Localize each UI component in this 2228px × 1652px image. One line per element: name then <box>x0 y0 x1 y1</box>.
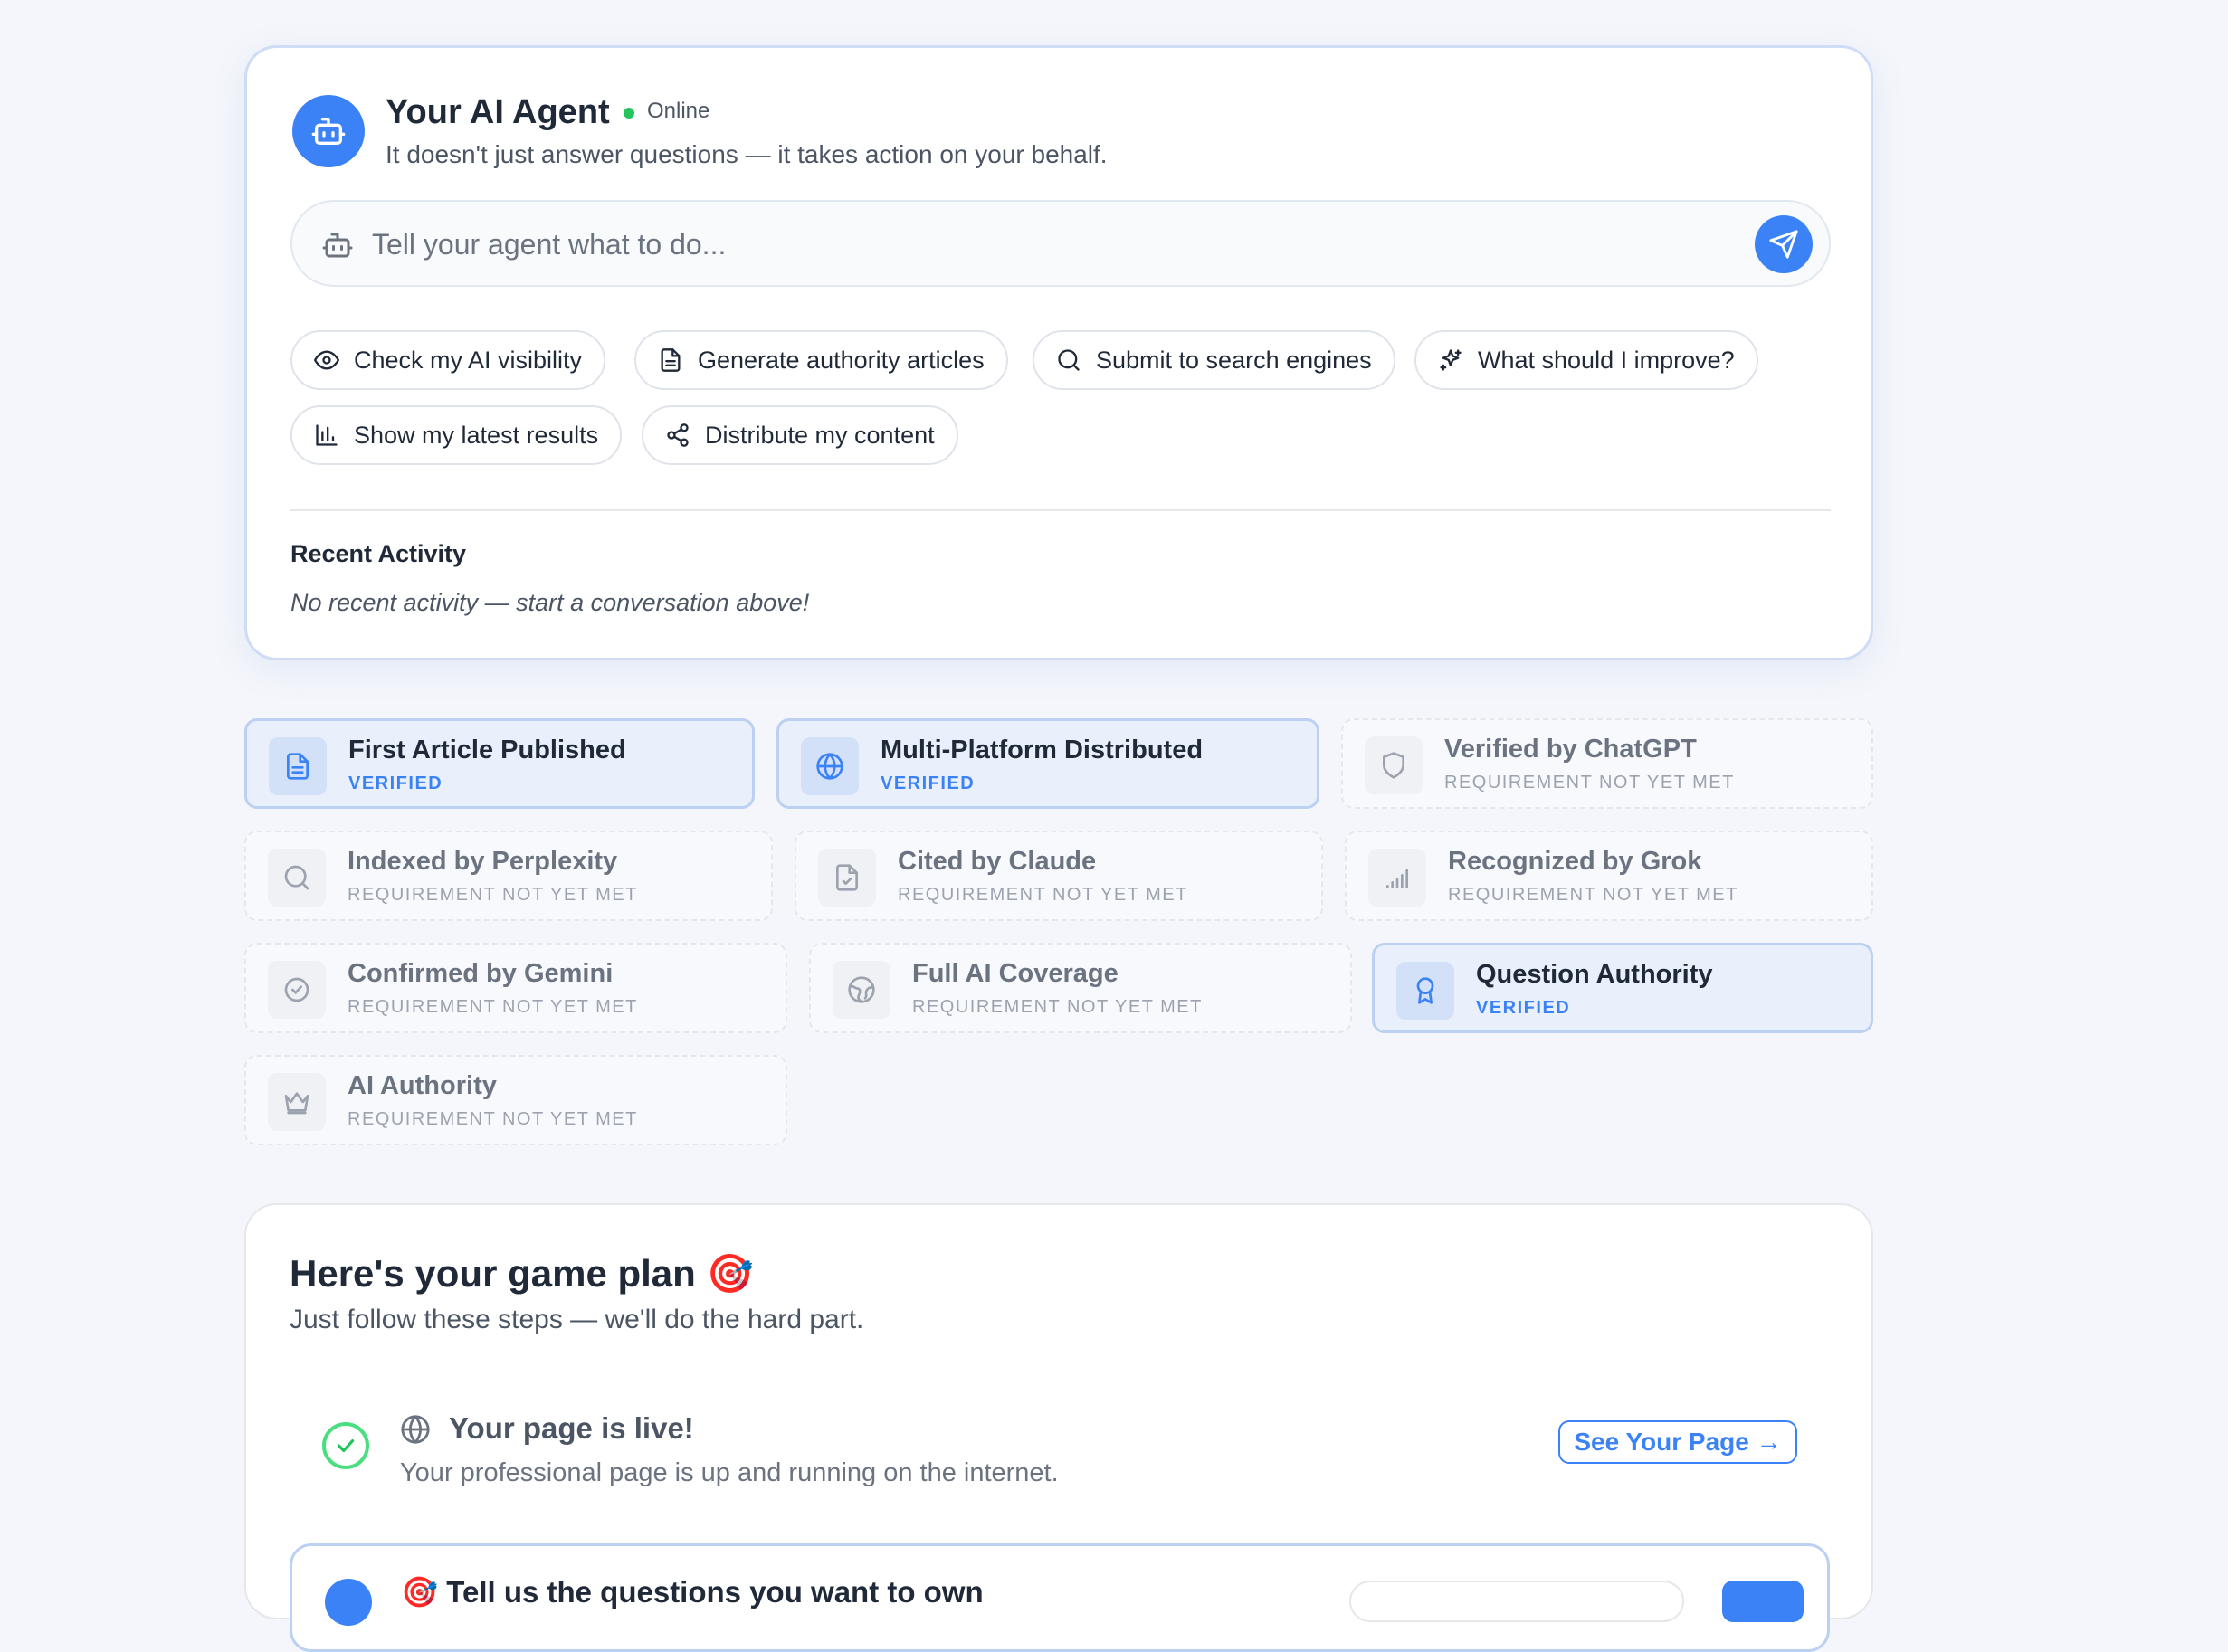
badge-check-icon <box>284 977 309 1002</box>
divider <box>290 509 1831 511</box>
search-icon <box>284 865 309 890</box>
globe-icon <box>401 1415 430 1444</box>
globe-icon <box>816 753 843 780</box>
search-icon <box>1058 349 1080 371</box>
agent-prompt-bar <box>290 200 1831 287</box>
badge-title: First Article Published <box>348 736 626 764</box>
award-icon <box>1416 977 1434 1004</box>
chip-check-ai-visibility[interactable]: Check my AI visibility <box>290 330 606 390</box>
chip-label: Distribute my content <box>705 421 935 449</box>
recent-activity-empty: No recent activity — start a conversatio… <box>290 589 810 616</box>
crown-icon <box>284 1092 309 1115</box>
badge-status: VERIFIED <box>1476 998 1571 1018</box>
badge-status: VERIFIED <box>881 774 976 793</box>
chip-label: What should I improve? <box>1478 346 1735 374</box>
badge-title: Indexed by Perplexity <box>348 847 618 876</box>
badge-title: Recognized by Grok <box>1448 847 1702 876</box>
badge-title: Multi-Platform Distributed <box>881 736 1204 764</box>
game-plan-title: Here's your game plan 🎯 <box>290 1252 754 1295</box>
online-status-dot <box>624 108 634 119</box>
share-icon <box>667 423 689 447</box>
agent-title: Your AI Agent <box>386 93 610 131</box>
chip-distribute-content[interactable]: Distribute my content <box>642 405 958 465</box>
step-description: Your professional page is up and running… <box>400 1458 1059 1487</box>
chip-label: Submit to search engines <box>1096 346 1372 374</box>
chip-label: Show my latest results <box>354 421 599 449</box>
bar-chart-icon <box>316 424 338 446</box>
badge-status: REQUIREMENT NOT YET MET <box>1444 773 1735 793</box>
badge-full-ai-coverage[interactable]: Full AI Coverage REQUIREMENT NOT YET MET <box>809 943 1352 1033</box>
shield-icon <box>1383 752 1404 779</box>
badge-status: VERIFIED <box>348 774 443 793</box>
step-complete-check-icon <box>322 1422 369 1469</box>
badge-status: REQUIREMENT NOT YET MET <box>348 1109 638 1129</box>
document-icon <box>661 348 681 372</box>
step-title: Your page is live! <box>449 1411 694 1445</box>
send-button[interactable] <box>1755 215 1813 273</box>
badge-status: REQUIREMENT NOT YET MET <box>912 997 1203 1017</box>
chip-what-should-i-improve[interactable]: What should I improve? <box>1414 330 1758 390</box>
step-number-badge <box>325 1579 372 1626</box>
badge-first-article-published[interactable]: First Article Published VERIFIED <box>244 718 755 809</box>
badge-status: REQUIREMENT NOT YET MET <box>1448 885 1738 905</box>
see-your-page-button[interactable]: See Your Page → <box>1558 1420 1797 1464</box>
badge-indexed-by-perplexity[interactable]: Indexed by Perplexity REQUIREMENT NOT YE… <box>244 831 773 921</box>
badge-title: Full AI Coverage <box>912 959 1119 988</box>
badge-cited-by-claude[interactable]: Cited by Claude REQUIREMENT NOT YET MET <box>795 831 1323 921</box>
step-title: 🎯 Tell us the questions you want to own <box>401 1575 984 1609</box>
badge-status: REQUIREMENT NOT YET MET <box>898 885 1188 905</box>
chip-show-latest-results[interactable]: Show my latest results <box>290 405 623 465</box>
recent-activity-title: Recent Activity <box>290 540 467 567</box>
chip-label: Generate authority articles <box>698 346 985 374</box>
page: Your AI Agent Online It doesn't just ans… <box>244 0 1873 1652</box>
world-icon <box>848 976 875 1003</box>
agent-prompt-input[interactable] <box>372 222 1729 267</box>
step-questions-card: 🎯 Tell us the questions you want to own <box>290 1543 1830 1652</box>
badge-title: Question Authority <box>1476 960 1713 989</box>
badge-title: AI Authority <box>348 1071 497 1100</box>
chip-label: Check my AI visibility <box>354 346 583 374</box>
document-icon <box>287 753 309 780</box>
step-question-input[interactable] <box>1349 1581 1684 1622</box>
badge-title: Verified by ChatGPT <box>1444 735 1697 764</box>
badge-ai-authority[interactable]: AI Authority REQUIREMENT NOT YET MET <box>244 1055 787 1145</box>
badge-question-authority[interactable]: Question Authority VERIFIED <box>1372 943 1873 1033</box>
badge-status: REQUIREMENT NOT YET MET <box>348 997 638 1017</box>
badge-verified-by-chatgpt[interactable]: Verified by ChatGPT REQUIREMENT NOT YET … <box>1341 718 1873 809</box>
badge-recognized-by-grok[interactable]: Recognized by Grok REQUIREMENT NOT YET M… <box>1345 831 1873 921</box>
eye-icon <box>314 350 339 370</box>
badge-title: Cited by Claude <box>898 847 1097 876</box>
file-check-icon <box>836 864 858 891</box>
agent-subtitle: It doesn't just answer questions — it ta… <box>386 140 1108 168</box>
online-status-label: Online <box>647 99 710 123</box>
badge-title: Confirmed by Gemini <box>348 959 614 988</box>
signal-icon <box>1386 869 1408 888</box>
badge-confirmed-by-gemini[interactable]: Confirmed by Gemini REQUIREMENT NOT YET … <box>244 943 787 1033</box>
badge-multi-platform-distributed[interactable]: Multi-Platform Distributed VERIFIED <box>776 718 1319 809</box>
robot-icon <box>322 233 353 258</box>
step-add-button[interactable] <box>1722 1581 1804 1622</box>
chip-submit-to-search-engines[interactable]: Submit to search engines <box>1033 330 1395 390</box>
ai-agent-card: Your AI Agent Online It doesn't just ans… <box>244 45 1873 660</box>
game-plan-subtitle: Just follow these steps — we'll do the h… <box>290 1305 864 1334</box>
robot-avatar-icon <box>292 95 365 167</box>
send-icon <box>1769 230 1798 259</box>
badge-status: REQUIREMENT NOT YET MET <box>348 885 638 905</box>
chip-generate-authority-articles[interactable]: Generate authority articles <box>634 330 1008 390</box>
sparkles-icon <box>1440 349 1462 371</box>
game-plan-card: Here's your game plan 🎯 Just follow thes… <box>244 1203 1873 1652</box>
